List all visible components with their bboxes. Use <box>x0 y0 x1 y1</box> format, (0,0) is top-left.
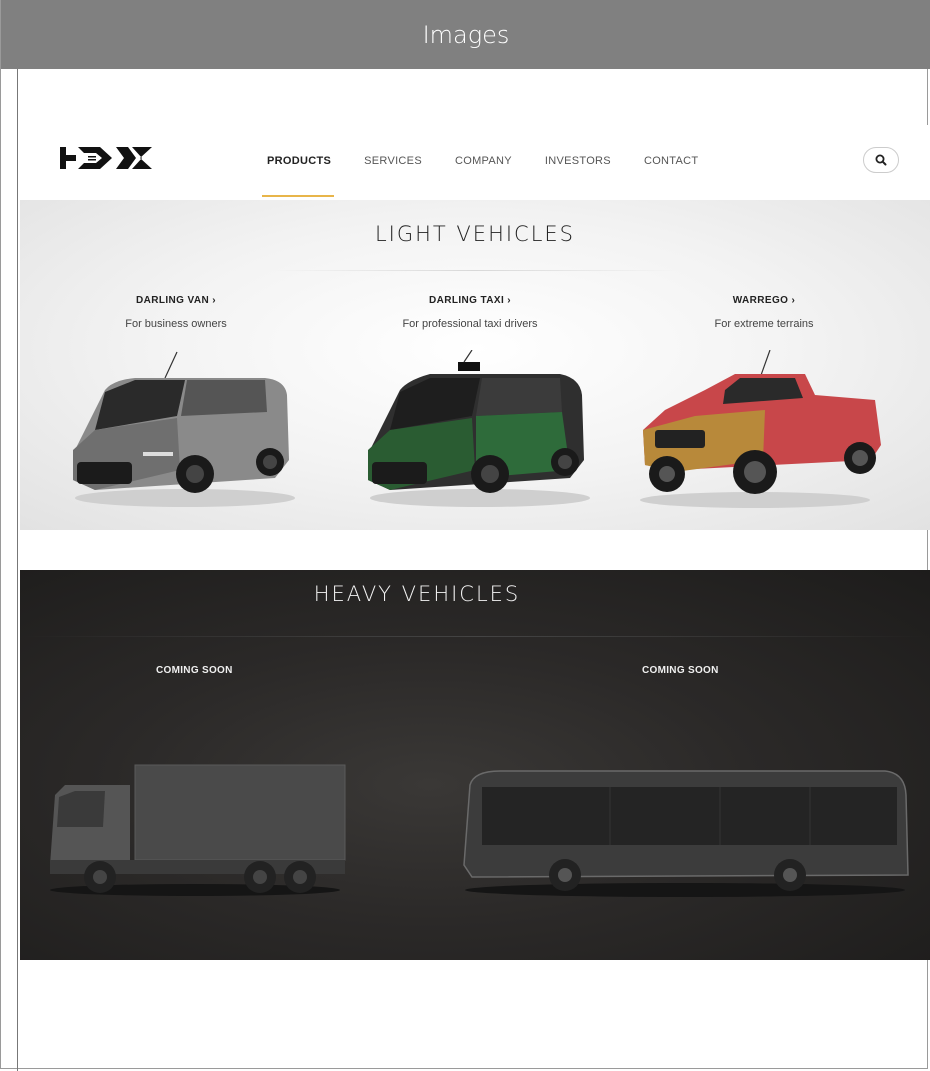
window-title: Images <box>0 0 930 69</box>
light-vehicles-section: LIGHT VEHICLES DARLING VAN › For busines… <box>20 200 930 530</box>
vehicle-name-link[interactable]: DARLING VAN › <box>46 295 306 306</box>
nav-investors[interactable]: INVESTORS <box>545 155 611 167</box>
bus-image <box>463 770 909 897</box>
vehicle-name-link[interactable]: WARREGO › <box>634 295 894 306</box>
hdx-logo[interactable] <box>60 139 154 177</box>
nav-products[interactable]: PRODUCTS <box>267 155 331 167</box>
vehicle-card-taxi[interactable]: DARLING TAXI › For professional taxi dri… <box>340 295 600 330</box>
vehicle-description: For business owners <box>125 318 227 330</box>
light-vehicles-title: LIGHT VEHICLES <box>374 222 576 246</box>
vehicle-description: For extreme terrains <box>714 318 814 330</box>
nav-contact[interactable]: CONTACT <box>644 155 698 167</box>
heavy-vehicles-section: HEAVY VEHICLES COMING SOON COMING SOON <box>20 570 930 960</box>
darling-van-image[interactable] <box>65 350 295 510</box>
divider <box>20 636 930 637</box>
site-header: PRODUCTS SERVICES COMPANY INVESTORS CONT… <box>20 125 930 200</box>
frame-border <box>17 69 18 1071</box>
darling-taxi-image[interactable] <box>360 350 590 510</box>
active-nav-indicator <box>262 195 334 197</box>
search-icon <box>875 154 887 166</box>
vehicle-card-van[interactable]: DARLING VAN › For business owners <box>46 295 306 330</box>
vehicle-name-link[interactable]: DARLING TAXI › <box>340 295 600 306</box>
coming-soon-label: COMING SOON <box>156 665 233 676</box>
divider <box>270 270 680 271</box>
vehicle-description: For professional taxi drivers <box>402 318 538 330</box>
truck-image <box>50 764 346 896</box>
nav-company[interactable]: COMPANY <box>455 155 512 167</box>
heavy-vehicles-title: HEAVY VEHICLES <box>313 582 521 606</box>
vehicle-card-warrego[interactable]: WARREGO › For extreme terrains <box>634 295 894 330</box>
nav-services[interactable]: SERVICES <box>364 155 422 167</box>
main-menu: PRODUCTS SERVICES COMPANY INVESTORS CONT… <box>267 155 731 167</box>
coming-soon-label: COMING SOON <box>642 665 719 676</box>
search-button[interactable] <box>863 147 899 173</box>
warrego-image[interactable] <box>635 350 885 510</box>
